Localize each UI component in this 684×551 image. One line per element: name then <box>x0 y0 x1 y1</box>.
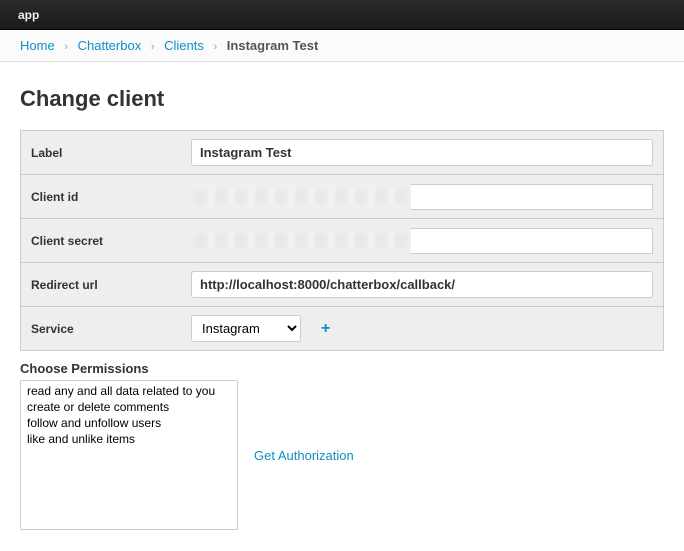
content: Change client Label Client id Client sec… <box>0 62 684 550</box>
client-id-input[interactable] <box>411 184 653 210</box>
page-title: Change client <box>20 86 664 112</box>
row-client-secret: Client secret <box>21 219 663 263</box>
row-redirect-url: Redirect url <box>21 263 663 307</box>
client-secret-redacted <box>191 230 411 252</box>
breadcrumb-chatterbox[interactable]: Chatterbox <box>78 38 142 53</box>
client-id-input-wrap <box>191 184 653 210</box>
breadcrumb-home[interactable]: Home <box>20 38 55 53</box>
permissions-select[interactable]: read any and all data related to you cre… <box>20 380 238 530</box>
row-service: Service Instagram + <box>21 307 663 351</box>
redirect-url-input[interactable] <box>191 271 653 298</box>
breadcrumb: Home › Chatterbox › Clients › Instagram … <box>0 30 684 62</box>
label-label: Label <box>31 146 191 160</box>
row-label: Label <box>21 131 663 175</box>
service-label: Service <box>31 322 191 336</box>
client-id-redacted <box>191 186 411 208</box>
permission-option[interactable]: follow and unfollow users <box>23 415 235 431</box>
breadcrumb-current: Instagram Test <box>227 38 319 53</box>
app-name: app <box>18 8 39 22</box>
form-table: Label Client id Client secret <box>20 130 664 351</box>
service-select[interactable]: Instagram <box>191 315 301 342</box>
redirect-url-label: Redirect url <box>31 278 191 292</box>
chevron-right-icon: › <box>64 41 68 53</box>
client-secret-label: Client secret <box>31 234 191 248</box>
add-service-icon[interactable]: + <box>321 320 330 338</box>
client-secret-input-wrap <box>191 228 653 254</box>
label-input[interactable] <box>191 139 653 166</box>
breadcrumb-clients[interactable]: Clients <box>164 38 204 53</box>
chevron-right-icon: › <box>151 41 155 53</box>
permission-option[interactable]: like and unlike items <box>23 431 235 447</box>
client-secret-input[interactable] <box>411 228 653 254</box>
row-client-id: Client id <box>21 175 663 219</box>
permissions-label: Choose Permissions <box>20 361 664 376</box>
top-bar: app <box>0 0 684 30</box>
client-id-label: Client id <box>31 190 191 204</box>
get-authorization-link[interactable]: Get Authorization <box>254 448 354 463</box>
permission-option[interactable]: create or delete comments <box>23 399 235 415</box>
permissions-block: Choose Permissions read any and all data… <box>20 361 664 530</box>
chevron-right-icon: › <box>214 41 218 53</box>
permission-option[interactable]: read any and all data related to you <box>23 383 235 399</box>
